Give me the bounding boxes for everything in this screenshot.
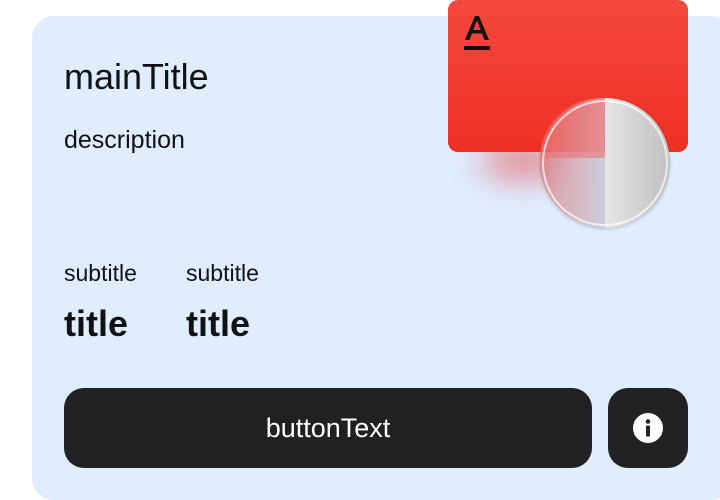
- primary-button-label: buttonText: [265, 412, 391, 443]
- info-button[interactable]: [608, 388, 688, 468]
- info-icon: [633, 413, 663, 443]
- coin-image: [540, 98, 670, 228]
- description: description: [64, 126, 185, 154]
- stat-1: subtitle title: [64, 260, 137, 345]
- coin-rim: [542, 100, 668, 226]
- stat-subtitle: subtitle: [186, 260, 259, 286]
- stat-subtitle: subtitle: [64, 260, 137, 286]
- bank-logo: [464, 16, 490, 50]
- main-title: mainTitle: [64, 56, 209, 97]
- stat-2: subtitle title: [186, 260, 259, 345]
- primary-button[interactable]: buttonText: [64, 388, 592, 468]
- stat-title: title: [64, 303, 129, 344]
- stat-title: title: [186, 303, 251, 344]
